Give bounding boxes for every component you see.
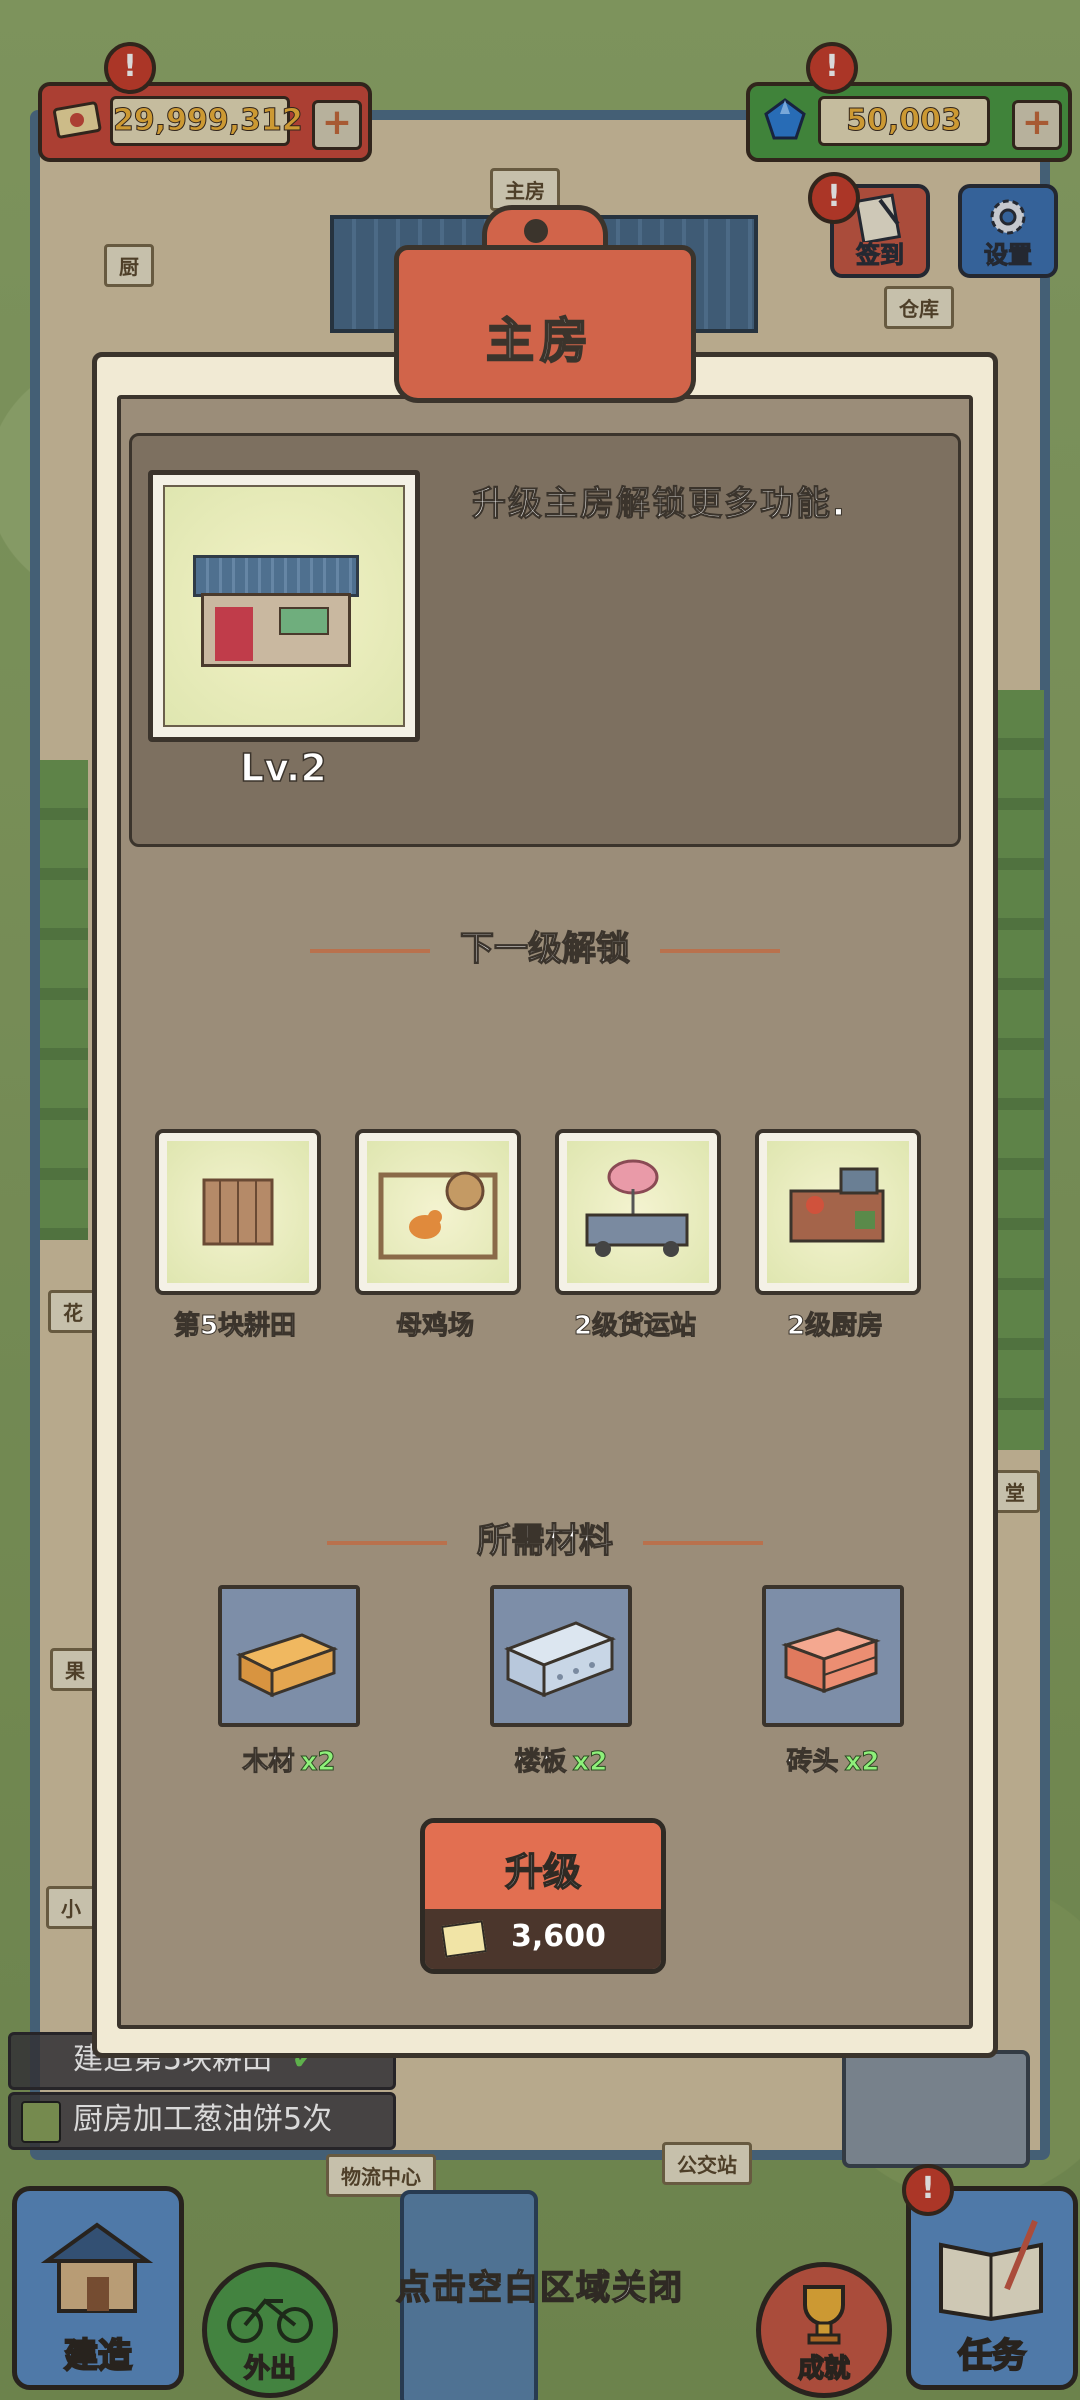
- farmland-icon: [202, 1178, 274, 1246]
- material-quantity: x2: [572, 1747, 608, 1778]
- material-quantity: x2: [844, 1747, 880, 1778]
- floor-slab-icon: [504, 1621, 616, 1698]
- unlock-name: 第5块耕田: [173, 1311, 297, 1342]
- upgrade-label: 升级: [504, 1849, 582, 1895]
- panel-title-tag: 主房: [394, 205, 696, 403]
- panel-title: 主房: [485, 312, 594, 370]
- tag-hole: [524, 219, 548, 243]
- unlock-heading: 下一级解锁: [121, 921, 969, 970]
- unlock-item[interactable]: 2级货运站: [555, 1129, 723, 1342]
- material-quantity: x2: [300, 1747, 336, 1778]
- upgrade-cost: 3,600: [511, 1919, 606, 1954]
- building-level: Lv.2: [239, 745, 327, 791]
- kitchen-icon: [789, 1167, 885, 1243]
- building-description: 升级主房解锁更多功能.: [472, 484, 847, 525]
- material-name: 砖头: [786, 1747, 839, 1778]
- unlock-item[interactable]: 母鸡场: [355, 1129, 523, 1342]
- material-name: 楼板: [514, 1747, 567, 1778]
- unlock-name: 母鸡场: [395, 1311, 474, 1342]
- building-picture-frame: [148, 470, 420, 742]
- material-item[interactable]: 砖头 x2: [733, 1585, 933, 1778]
- main-house-icon: [193, 555, 359, 667]
- building-info-box: Lv.2 升级主房解锁更多功能.: [129, 433, 961, 847]
- wood-icon: [236, 1633, 339, 1698]
- brick-icon: [781, 1627, 881, 1694]
- building-upgrade-panel: Lv.2 升级主房解锁更多功能. 下一级解锁 第5块耕田 母鸡场 2级货运站 2…: [92, 352, 998, 2058]
- hen-yard-icon: [378, 1171, 498, 1260]
- unlock-name: 2级货运站: [573, 1311, 697, 1342]
- upgrade-button[interactable]: 升级 3,600: [420, 1818, 666, 1974]
- unlock-item[interactable]: 第5块耕田: [155, 1129, 323, 1342]
- panel-content: Lv.2 升级主房解锁更多功能. 下一级解锁 第5块耕田 母鸡场 2级货运站 2…: [117, 395, 973, 2029]
- material-item[interactable]: 楼板 x2: [461, 1585, 661, 1778]
- cash-icon: [440, 1920, 488, 1958]
- material-item[interactable]: 木材 x2: [189, 1585, 389, 1778]
- close-hint[interactable]: 点击空白区域关闭: [0, 2260, 1080, 2309]
- unlock-name: 2级厨房: [786, 1311, 884, 1342]
- materials-heading: 所需材料: [121, 1513, 969, 1562]
- unlock-item[interactable]: 2级厨房: [755, 1129, 923, 1342]
- freight-station-icon: [585, 1159, 689, 1257]
- material-name: 木材: [242, 1747, 295, 1778]
